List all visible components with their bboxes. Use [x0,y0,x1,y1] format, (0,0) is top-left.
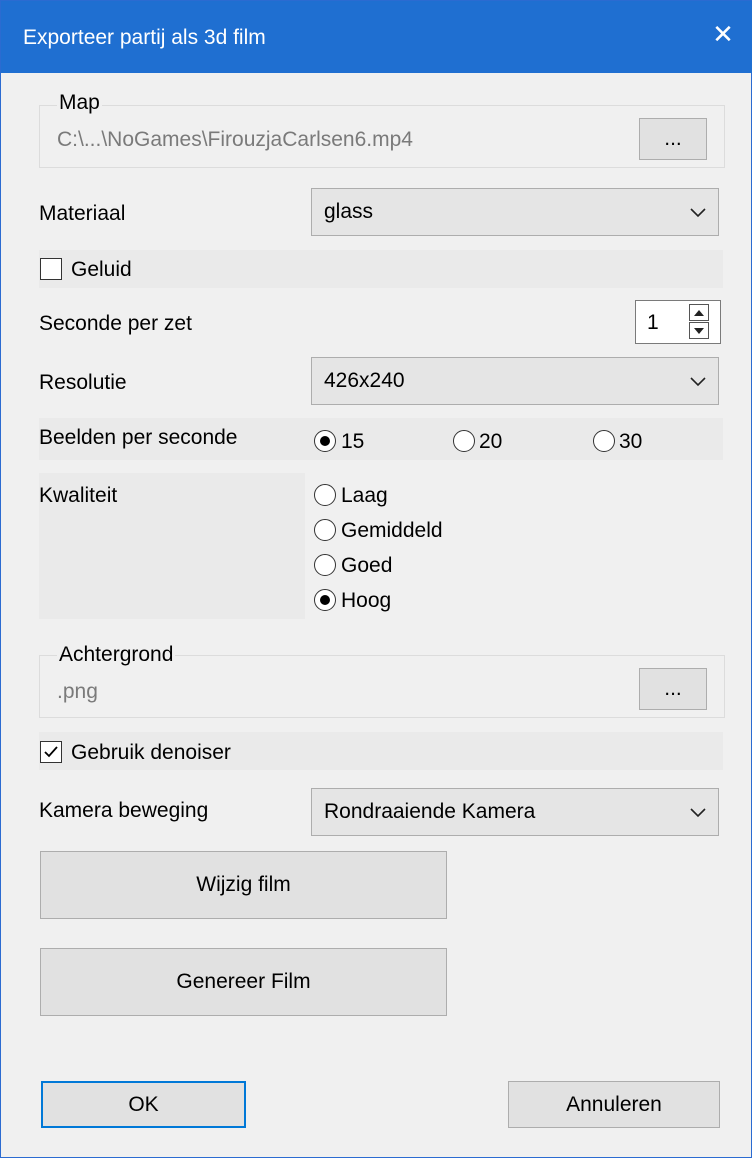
spin-down-button[interactable] [689,322,709,339]
map-path: C:\...\NoGames\FirouzjaCarlsen6.mp4 [57,128,413,151]
spin-up-button[interactable] [689,304,709,321]
kwaliteit-label: Kwaliteit [39,484,118,507]
wijzig-film-button[interactable]: Wijzig film [40,851,447,919]
materiaal-value: glass [324,200,374,223]
window-title: Exporteer partij als 3d film [23,26,266,49]
fps-radio-20[interactable] [453,430,475,452]
camera-select[interactable]: Rondraaiende Kamera [311,788,719,836]
arrow-up-icon [694,309,704,316]
fps-option-20: 20 [479,430,503,453]
fps-radio-15[interactable] [314,430,336,452]
kwaliteit-radio-gemiddeld[interactable] [314,519,336,541]
kwaliteit-option-hoog: Hoog [341,589,392,612]
resolutie-label: Resolutie [39,371,127,394]
seconde-label: Seconde per zet [39,312,192,335]
geluid-row [39,250,723,288]
title-bar: Exporteer partij als 3d film ✕ [1,1,752,73]
resolutie-value: 426x240 [324,369,405,392]
kwaliteit-radio-laag[interactable] [314,484,336,506]
arrow-down-icon [694,327,704,334]
geluid-checkbox[interactable] [40,258,62,280]
radio-dot [320,595,330,605]
achtergrond-path: .png [57,680,98,703]
denoiser-checkbox[interactable] [40,741,62,763]
geluid-label: Geluid [71,258,132,281]
kwaliteit-option-laag: Laag [341,484,388,507]
radio-dot [320,436,330,446]
kwaliteit-option-goed: Goed [341,554,393,577]
annuleren-button[interactable]: Annuleren [508,1081,720,1128]
kwaliteit-option-gemiddeld: Gemiddeld [341,519,443,542]
ok-button[interactable]: OK [41,1081,246,1128]
fps-option-15: 15 [341,430,365,453]
fps-radio-30[interactable] [593,430,615,452]
checkmark-icon [44,746,58,758]
fps-option-30: 30 [619,430,643,453]
chevron-down-icon [690,800,706,824]
chevron-down-icon [690,200,706,224]
chevron-down-icon [690,369,706,393]
camera-label: Kamera beweging [39,799,209,822]
fps-label: Beelden per seconde [39,426,238,449]
close-icon[interactable]: ✕ [694,1,752,73]
seconde-value: 1 [647,311,659,334]
camera-value: Rondraaiende Kamera [324,800,536,823]
map-group-label: Map [57,91,102,115]
achtergrond-browse-button[interactable]: ... [639,668,707,710]
map-browse-button[interactable]: ... [639,118,707,160]
achtergrond-group-label: Achtergrond [57,643,176,667]
kwaliteit-radio-hoog[interactable] [314,589,336,611]
kwaliteit-radio-goed[interactable] [314,554,336,576]
resolutie-select[interactable]: 426x240 [311,357,719,405]
export-dialog: Exporteer partij als 3d film ✕ Map C:\..… [0,0,752,1158]
denoiser-label: Gebruik denoiser [71,741,231,764]
materiaal-label: Materiaal [39,202,126,225]
materiaal-select[interactable]: glass [311,188,719,236]
genereer-film-button[interactable]: Genereer Film [40,948,447,1016]
